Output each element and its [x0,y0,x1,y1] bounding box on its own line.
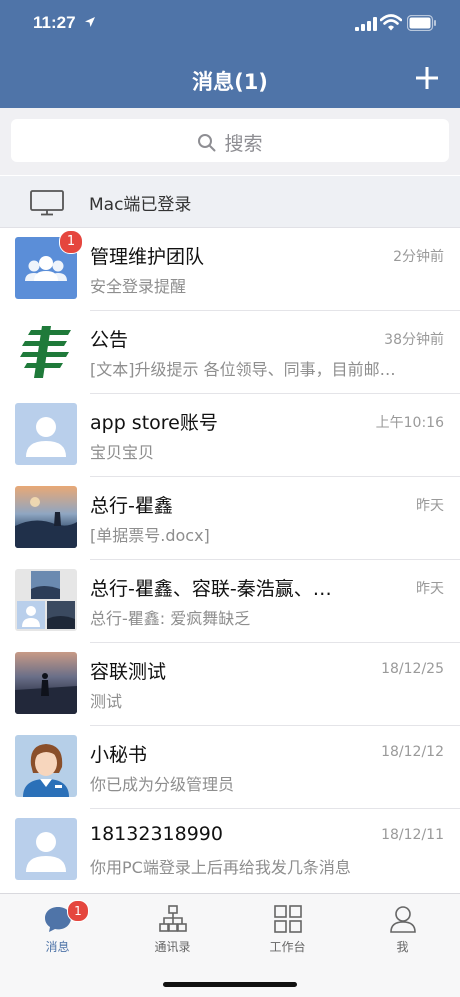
landscape-photo [15,497,77,548]
page-title: 消息(1) [192,70,268,94]
silhouette-photo [15,673,77,714]
china-post-logo-icon [20,326,71,378]
tab-label: 我 [396,940,409,954]
conversation-time: 18/12/11 [381,827,444,843]
search-icon [198,134,216,152]
battery-icon [407,15,436,31]
conversation-item[interactable]: 容联测试 18/12/25 测试 [0,643,460,726]
conversation-time: 18/12/25 [381,661,444,677]
conversation-name: app store账号 [90,412,218,434]
conversation-preview: [单据票号.docx] [90,526,210,545]
conversation-item[interactable]: 18132318990 18/12/11 你用PC端登录上后再给我发几条消息 [0,809,460,892]
status-bar: 11:27 [0,0,460,48]
conversation-item[interactable]: 总行-瞿鑫、容联-秦浩赢、… 昨天 总行-瞿鑫: 爱疯舞缺乏 [0,560,460,643]
conversation-preview: 测试 [90,692,123,711]
tab-label: 工作台 [269,940,306,954]
grid-icon [274,905,302,933]
conversation-time: 昨天 [416,581,444,597]
conversation-item[interactable]: 总行-瞿鑫 昨天 [单据票号.docx] [0,477,460,560]
wifi-icon [380,14,402,31]
conversation-time: 38分钟前 [384,332,444,348]
china-post-logo [15,320,77,382]
conversation-preview: 安全登录提醒 [90,277,187,296]
unread-badge: 1 [59,230,83,254]
search-placeholder: 搜索 [224,133,263,155]
tab-label: 消息 [45,940,70,954]
conversation-name: 容联测试 [90,661,167,683]
tab-unread-badge: 1 [67,900,89,922]
contacts-icon [159,905,187,932]
mac-login-bar[interactable]: Mac端已登录 [0,176,460,228]
conversation-item[interactable]: 小秘书 18/12/12 你已成为分级管理员 [0,726,460,809]
default-avatar [15,818,77,880]
mac-login-text: Mac端已登录 [89,195,192,215]
status-time: 11:27 [33,13,76,32]
person-icon [390,906,416,933]
conversation-preview: 你已成为分级管理员 [90,775,235,794]
search-input[interactable]: 搜索 [11,119,449,162]
conversation-time: 昨天 [416,498,444,514]
conversation-time: 18/12/12 [381,744,444,760]
conversation-preview: 你用PC端登录上后再给我发几条消息 [90,858,351,877]
conversation-name: 公告 [90,329,129,351]
person-silhouette-icon [26,832,66,872]
conversation-time: 2分钟前 [393,249,444,265]
header: 11:27 消息(1) [0,0,460,108]
conversation-name: 小秘书 [90,744,148,766]
default-avatar [15,403,77,465]
tab-messages[interactable]: 1 消息 [0,894,115,964]
photo-avatar [15,652,77,714]
conversation-time: 上午10:16 [375,415,444,431]
group-collage [17,571,75,629]
conversation-name: 总行-瞿鑫、容联-秦浩赢、… [90,578,332,600]
group-collage-avatar [15,569,77,631]
conversation-name: 管理维护团队 [90,246,205,268]
conversation-name: 18132318990 [90,823,223,845]
conversation-preview: 总行-瞿鑫: 爱疯舞缺乏 [90,609,251,628]
conversation-name: 总行-瞿鑫 [90,495,173,517]
tab-workbench[interactable]: 工作台 [230,894,345,964]
conversation-preview: 宝贝宝贝 [90,443,155,462]
conversation-item[interactable]: 1 管理维护团队 2分钟前 安全登录提醒 [0,228,460,311]
monitor-icon [30,190,64,216]
tab-label: 通讯录 [154,940,191,954]
add-button[interactable] [412,63,442,93]
secretary-icon [23,744,69,797]
photo-avatar [15,486,77,548]
tab-me[interactable]: 我 [345,894,460,964]
search-area: 搜索 [0,108,460,175]
home-indicator [163,982,297,987]
conversation-preview: [文本]升级提示 各位领导、同事，目前邮… [90,360,396,379]
location-arrow-icon [85,17,95,27]
cell-signal-icon [355,17,377,31]
conversation-item[interactable]: app store账号 上午10:16 宝贝宝贝 [0,394,460,477]
tab-contacts[interactable]: 通讯录 [115,894,230,964]
conversation-item[interactable]: 公告 38分钟前 [文本]升级提示 各位领导、同事，目前邮… [0,311,460,394]
person-silhouette-icon [26,417,66,457]
secretary-avatar [15,735,77,797]
